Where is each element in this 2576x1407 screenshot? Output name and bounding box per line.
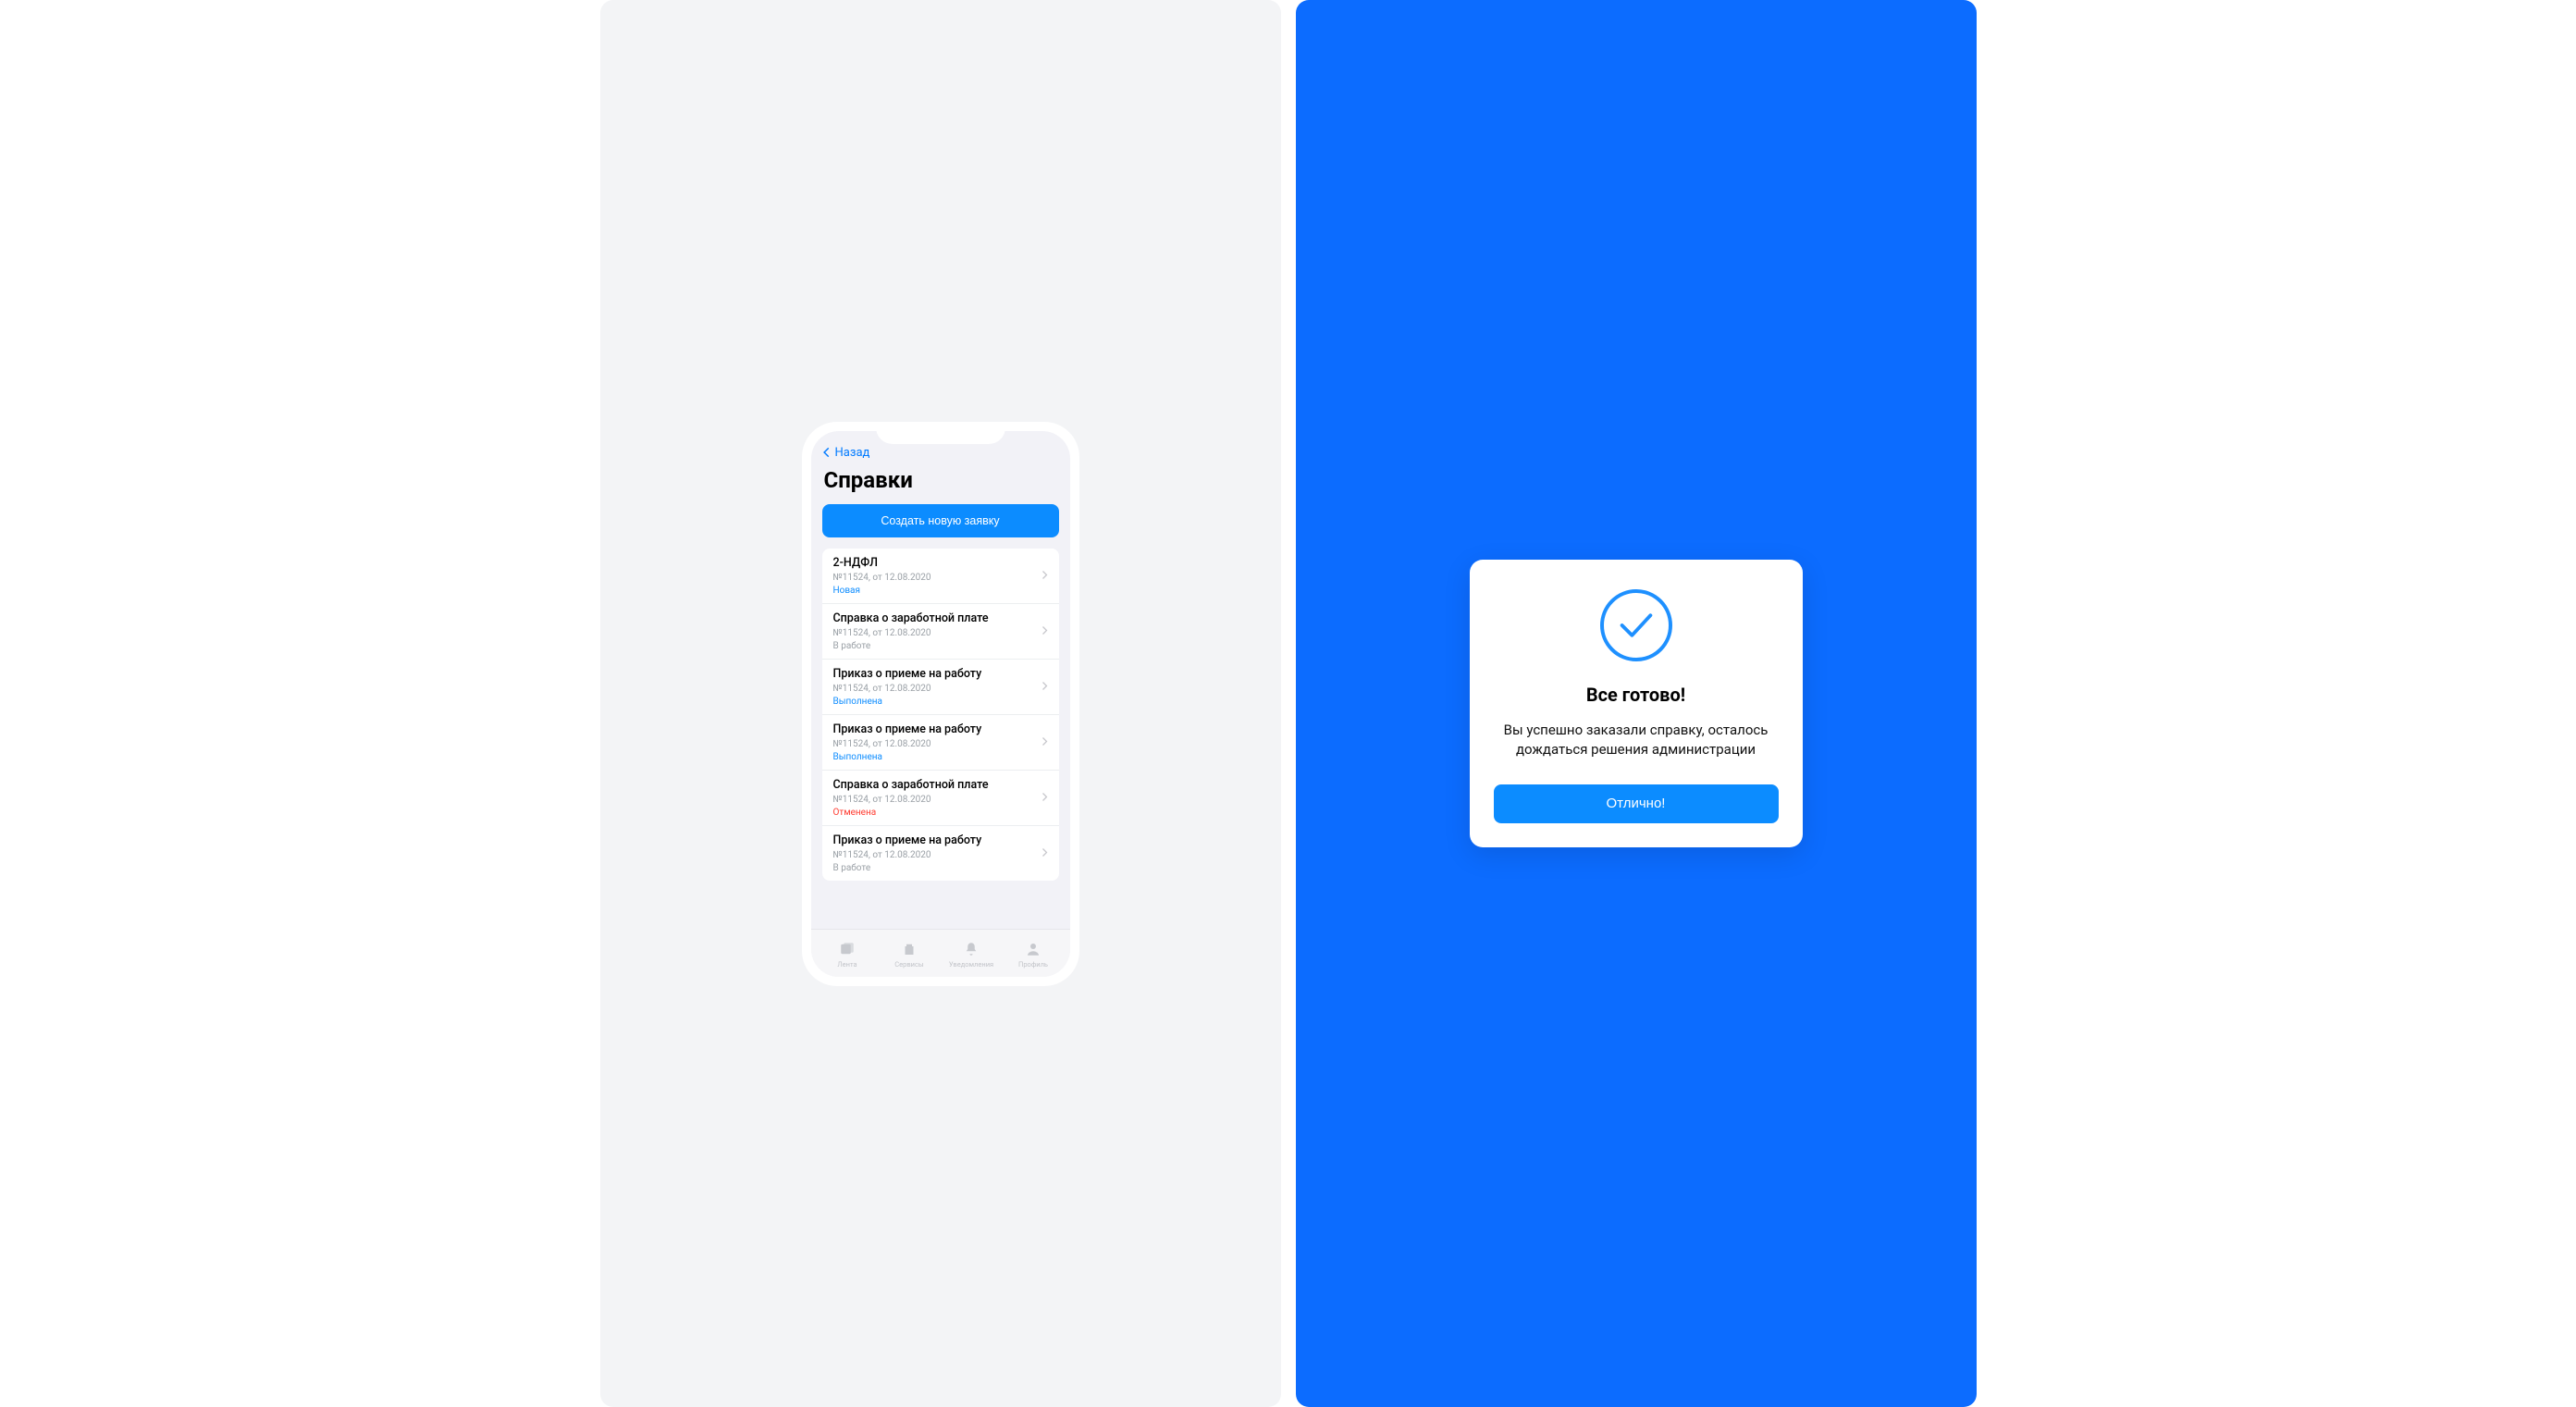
request-row[interactable]: 2-НДФЛ №11524, от 12.08.2020 Новая — [822, 549, 1059, 604]
success-check-icon — [1600, 589, 1672, 661]
request-title: Приказ о приеме на работу — [833, 833, 1048, 847]
right-panel: Все готово! Вы успешно заказали справку,… — [1296, 0, 1977, 1407]
tab-bell[interactable]: Уведомления — [941, 940, 1003, 969]
success-modal: Все готово! Вы успешно заказали справку,… — [1470, 560, 1803, 847]
request-row[interactable]: Приказ о приеме на работу №11524, от 12.0… — [822, 660, 1059, 715]
requests-list: 2-НДФЛ №11524, от 12.08.2020 Новая Справка … — [822, 549, 1059, 881]
request-title: Приказ о приеме на работу — [833, 667, 1048, 681]
chevron-right-icon — [1039, 623, 1050, 640]
request-subtitle: №11524, от 12.08.2020 — [833, 795, 1048, 805]
tab-label: Профиль — [1018, 960, 1048, 969]
modal-title: Все готово! — [1494, 684, 1779, 706]
chevron-right-icon — [1039, 789, 1050, 807]
create-request-button[interactable]: Создать новую заявку — [822, 504, 1059, 537]
tab-bar: Лента Сервисы Уведомления Профиль — [811, 929, 1070, 977]
phone-notch — [876, 422, 1005, 444]
phone-screen: Назад Справки Создать новую заявку 2-НДФ… — [811, 431, 1070, 977]
request-title: 2-НДФЛ — [833, 556, 1048, 570]
request-status: Новая — [833, 586, 1048, 596]
chevron-right-icon — [1039, 678, 1050, 696]
back-label: Назад — [835, 446, 870, 460]
chevron-right-icon — [1039, 845, 1050, 862]
request-subtitle: №11524, от 12.08.2020 — [833, 628, 1048, 638]
request-subtitle: №11524, от 12.08.2020 — [833, 739, 1048, 749]
phone-frame: Назад Справки Создать новую заявку 2-НДФ… — [802, 422, 1079, 986]
request-subtitle: №11524, от 12.08.2020 — [833, 573, 1048, 583]
bell-icon — [962, 940, 980, 958]
tab-label: Лента — [837, 960, 857, 969]
services-icon — [900, 940, 918, 958]
request-row[interactable]: Приказ о приеме на работу №11524, от 12.0… — [822, 826, 1059, 881]
modal-ok-button[interactable]: Отлично! — [1494, 784, 1779, 823]
request-row[interactable]: Приказ о приеме на работу №11524, от 12.0… — [822, 715, 1059, 771]
request-row[interactable]: Справка о заработной плате №11524, от 12.… — [822, 604, 1059, 660]
request-status: Отменена — [833, 808, 1048, 818]
request-title: Приказ о приеме на работу — [833, 722, 1048, 736]
profile-icon — [1024, 940, 1042, 958]
request-row[interactable]: Справка о заработной плате №11524, от 12.… — [822, 771, 1059, 826]
chevron-right-icon — [1039, 734, 1050, 751]
request-status: Выполнена — [833, 697, 1048, 707]
request-subtitle: №11524, от 12.08.2020 — [833, 684, 1048, 694]
chevron-right-icon — [1039, 567, 1050, 585]
request-status: Выполнена — [833, 752, 1048, 762]
request-title: Справка о заработной плате — [833, 778, 1048, 792]
feed-icon — [838, 940, 857, 958]
tab-services[interactable]: Сервисы — [879, 940, 941, 969]
tab-feed[interactable]: Лента — [817, 940, 879, 969]
request-status: В работе — [833, 641, 1048, 651]
tab-label: Сервисы — [894, 960, 923, 969]
tab-profile[interactable]: Профиль — [1003, 940, 1065, 969]
chevron-left-icon — [820, 446, 833, 459]
modal-body: Вы успешно заказали справку, осталось до… — [1494, 721, 1779, 759]
left-panel: Назад Справки Создать новую заявку 2-НДФ… — [600, 0, 1281, 1407]
page-title: Справки — [811, 465, 1070, 504]
request-subtitle: №11524, от 12.08.2020 — [833, 850, 1048, 860]
request-status: В работе — [833, 863, 1048, 873]
tab-label: Уведомления — [949, 960, 993, 969]
request-title: Справка о заработной плате — [833, 611, 1048, 625]
